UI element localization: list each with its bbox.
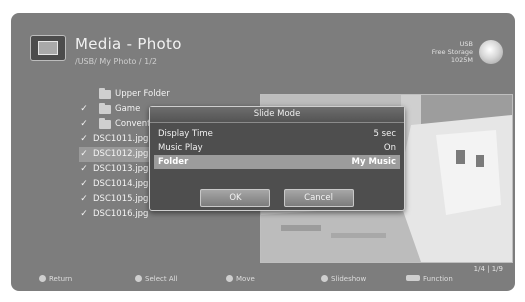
disc-icon — [479, 40, 503, 64]
cancel-button[interactable]: Cancel — [283, 189, 354, 207]
folder-icon — [99, 118, 111, 129]
option-label: Folder — [158, 157, 189, 167]
option-value: On — [383, 143, 396, 153]
check-icon: ✓ — [80, 209, 88, 219]
slide-mode-dialog: Slide Mode Display Time 5 sec Music Play… — [149, 106, 405, 211]
tv-screen: Media - Photo /USB/ My Photo / 1/2 USB F… — [11, 13, 515, 291]
rect-button-icon — [406, 275, 420, 281]
folder-icon — [99, 103, 111, 114]
storage-device-label: USB — [459, 40, 473, 48]
photo-app-icon — [30, 35, 66, 61]
option-label: Music Play — [158, 143, 203, 153]
option-value: 5 sec — [373, 129, 396, 139]
storage-free-value: 1025M — [450, 56, 473, 64]
music-play-option[interactable]: Music Play On — [154, 141, 400, 155]
list-item-label: DSC1012.jpg — [93, 149, 149, 159]
button-icon — [226, 275, 233, 282]
hint-return: Return — [39, 275, 72, 283]
hint-slideshow: Slideshow — [321, 275, 366, 283]
hint-select-all: Select All — [135, 275, 178, 283]
list-item-label: DSC1014.jpg — [93, 179, 149, 189]
page-title: Media - Photo — [75, 35, 182, 53]
check-icon: ✓ — [80, 164, 88, 174]
option-label: Display Time — [158, 129, 213, 139]
breadcrumb: /USB/ My Photo / 1/2 — [75, 57, 158, 66]
list-item[interactable]: Upper Folder — [79, 87, 265, 102]
ok-button[interactable]: OK — [200, 189, 271, 207]
check-icon: ✓ — [80, 149, 88, 159]
list-item-label: Upper Folder — [115, 89, 170, 99]
button-icon — [135, 275, 142, 282]
hint-label: Slideshow — [331, 275, 367, 283]
list-item-label: DSC1011.jpg — [93, 134, 149, 144]
list-item-label: DSC1015.jpg — [93, 194, 149, 204]
hint-label: Function — [423, 275, 453, 283]
folder-option[interactable]: Folder My Music — [154, 155, 400, 169]
list-item-label: DSC1013.jpg — [93, 164, 149, 174]
dialog-buttons: OK Cancel — [150, 185, 404, 207]
folder-icon — [99, 88, 111, 99]
check-icon: ✓ — [80, 119, 88, 129]
display-time-option[interactable]: Display Time 5 sec — [154, 127, 400, 141]
check-icon: ✓ — [80, 104, 88, 114]
hint-label: Select All — [145, 275, 178, 283]
check-icon: ✓ — [80, 134, 88, 144]
dialog-title: Slide Mode — [150, 107, 404, 123]
storage-free-label: Free Storage — [431, 48, 473, 56]
hint-function: Function — [406, 275, 453, 283]
option-value: My Music — [351, 157, 396, 167]
hint-label: Return — [49, 275, 73, 283]
list-item-label: DSC1016.jpg — [93, 209, 149, 219]
page-counter: 1/4 | 1/9 — [473, 265, 503, 273]
check-icon: ✓ — [80, 179, 88, 189]
button-icon — [39, 275, 46, 282]
hint-label: Move — [236, 275, 255, 283]
button-icon — [321, 275, 328, 282]
hint-move: Move — [226, 275, 255, 283]
check-icon: ✓ — [80, 194, 88, 204]
storage-info: USB Free Storage 1025M — [432, 40, 473, 64]
list-item-label: Game — [115, 104, 141, 114]
